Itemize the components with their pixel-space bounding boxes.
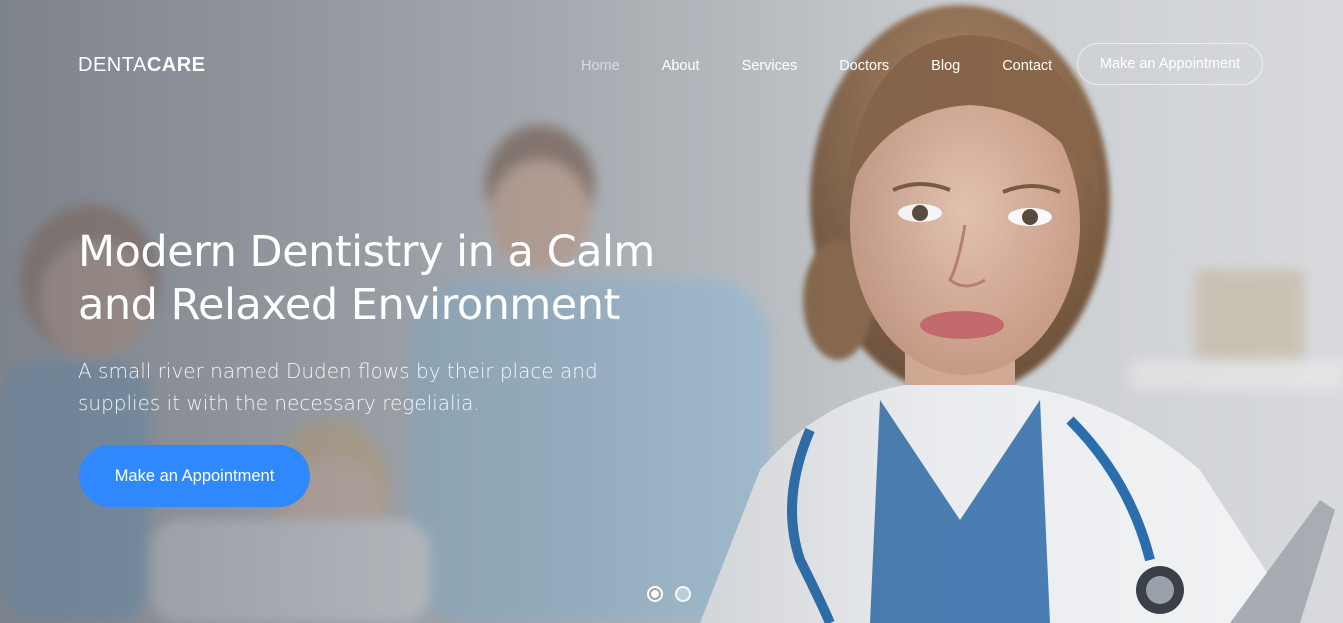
nav-item-services[interactable]: Services	[742, 58, 798, 74]
carousel-dot-2[interactable]	[675, 586, 691, 602]
hero-section: DENTACARE Home About Services Doctors Bl…	[0, 0, 1343, 623]
nav-menu: Home About Services Doctors Blog Contact	[560, 58, 1073, 74]
brand-logo[interactable]: DENTACARE	[78, 54, 205, 77]
nav-item-about[interactable]: About	[662, 58, 700, 74]
brand-text-part2: CARE	[146, 54, 206, 76]
nav-item-doctors[interactable]: Doctors	[839, 58, 889, 74]
brand-text-part1: DENTA	[78, 54, 147, 76]
hero-appointment-button[interactable]: Make an Appointment	[79, 445, 310, 507]
hero-subtext: A small river named Duden flows by their…	[78, 359, 598, 415]
carousel-dots	[647, 586, 691, 602]
carousel-dot-1[interactable]	[647, 586, 663, 602]
nav-appointment-button[interactable]: Make an Appointment	[1077, 43, 1263, 85]
nav-item-contact[interactable]: Contact	[1002, 58, 1052, 74]
nav-item-home[interactable]: Home	[581, 58, 620, 74]
nav-item-blog[interactable]: Blog	[931, 58, 960, 74]
hero-headline: Modern Dentistry in a Calm and Relaxed E…	[78, 227, 655, 330]
navbar: DENTACARE Home About Services Doctors Bl…	[0, 0, 1343, 130]
